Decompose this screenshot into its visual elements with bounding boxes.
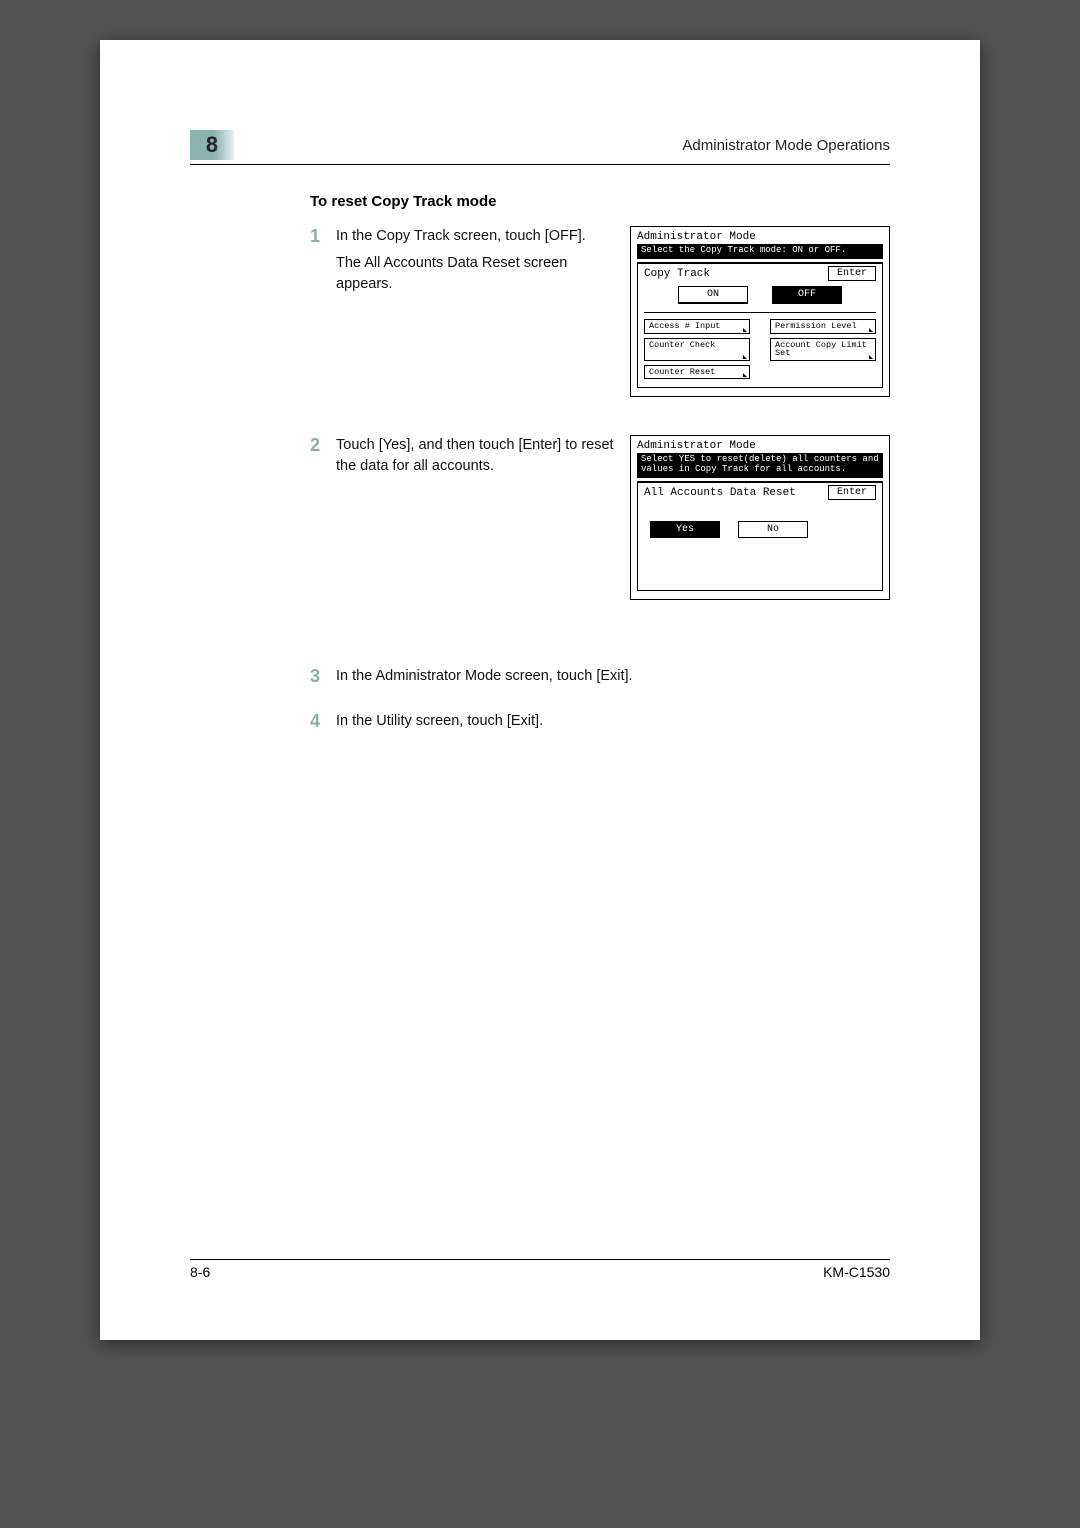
- counter-check-button[interactable]: Counter Check: [644, 338, 750, 361]
- running-header-title: Administrator Mode Operations: [682, 137, 890, 154]
- step-number: 1: [310, 226, 336, 247]
- lcd1-message: Select the Copy Track mode: ON or OFF.: [637, 244, 883, 259]
- yes-no-row: Yes No: [650, 521, 876, 538]
- lcd2-message: Select YES to reset(delete) all counters…: [637, 453, 883, 478]
- screenshot-copy-track: Administrator Mode Select the Copy Track…: [630, 226, 890, 397]
- lcd1-button-grid: Access # Input Permission Level Counter …: [644, 312, 876, 379]
- lcd1-panel-label: Copy Track: [644, 268, 710, 280]
- lcd-panel-1: Administrator Mode Select the Copy Track…: [630, 226, 890, 397]
- step-4: 4 In the Utility screen, touch [Exit].: [310, 711, 890, 732]
- section-heading: To reset Copy Track mode: [310, 193, 890, 210]
- step-1-line: In the Copy Track screen, touch [OFF].: [336, 228, 586, 244]
- step-number: 3: [310, 666, 336, 687]
- permission-level-button[interactable]: Permission Level: [770, 319, 876, 334]
- enter-button[interactable]: Enter: [828, 485, 876, 500]
- step-text: Touch [Yes], and then touch [Enter] to r…: [336, 435, 630, 477]
- step-3-text: In the Administrator Mode screen, touch …: [336, 666, 890, 687]
- screenshot-reset-confirm: Administrator Mode Select YES to reset(d…: [630, 435, 890, 600]
- lcd2-inner-panel: All Accounts Data Reset Enter Yes No: [637, 481, 883, 591]
- account-copy-limit-button[interactable]: Account Copy Limit Set: [770, 338, 876, 361]
- on-button[interactable]: ON: [678, 286, 748, 304]
- no-button[interactable]: No: [738, 521, 808, 538]
- step-text: In the Copy Track screen, touch [OFF]. T…: [336, 226, 630, 295]
- step-number: 4: [310, 711, 336, 732]
- off-button[interactable]: OFF: [772, 286, 842, 304]
- step-number: 2: [310, 435, 336, 456]
- yes-button[interactable]: Yes: [650, 521, 720, 538]
- footer-page-number: 8-6: [190, 1264, 210, 1280]
- lcd1-inner-panel: Copy Track Enter ON OFF Access # Input P…: [637, 262, 883, 388]
- access-input-button[interactable]: Access # Input: [644, 319, 750, 334]
- lcd2-panel-label: All Accounts Data Reset: [644, 487, 796, 499]
- page-header: 8 Administrator Mode Operations: [190, 130, 890, 165]
- footer-model: KM-C1530: [823, 1264, 890, 1280]
- lcd1-title: Administrator Mode: [637, 231, 883, 243]
- chapter-number: 8: [206, 132, 218, 158]
- enter-button[interactable]: Enter: [828, 266, 876, 281]
- step-1: 1 In the Copy Track screen, touch [OFF].…: [310, 226, 890, 397]
- step-1-subtext: The All Accounts Data Reset screen appea…: [336, 253, 614, 295]
- step-2: 2 Touch [Yes], and then touch [Enter] to…: [310, 435, 890, 600]
- on-off-row: ON OFF: [644, 286, 876, 304]
- step-2-line: Touch [Yes], and then touch [Enter] to r…: [336, 437, 614, 474]
- step-3: 3 In the Administrator Mode screen, touc…: [310, 666, 890, 687]
- lcd-panel-2: Administrator Mode Select YES to reset(d…: [630, 435, 890, 600]
- document-page: 8 Administrator Mode Operations To reset…: [100, 40, 980, 1340]
- lcd2-title: Administrator Mode: [637, 440, 883, 452]
- chapter-number-tab: 8: [190, 130, 234, 160]
- page-footer: 8-6 KM-C1530: [190, 1259, 890, 1280]
- counter-reset-button[interactable]: Counter Reset: [644, 365, 750, 380]
- step-4-text: In the Utility screen, touch [Exit].: [336, 711, 890, 732]
